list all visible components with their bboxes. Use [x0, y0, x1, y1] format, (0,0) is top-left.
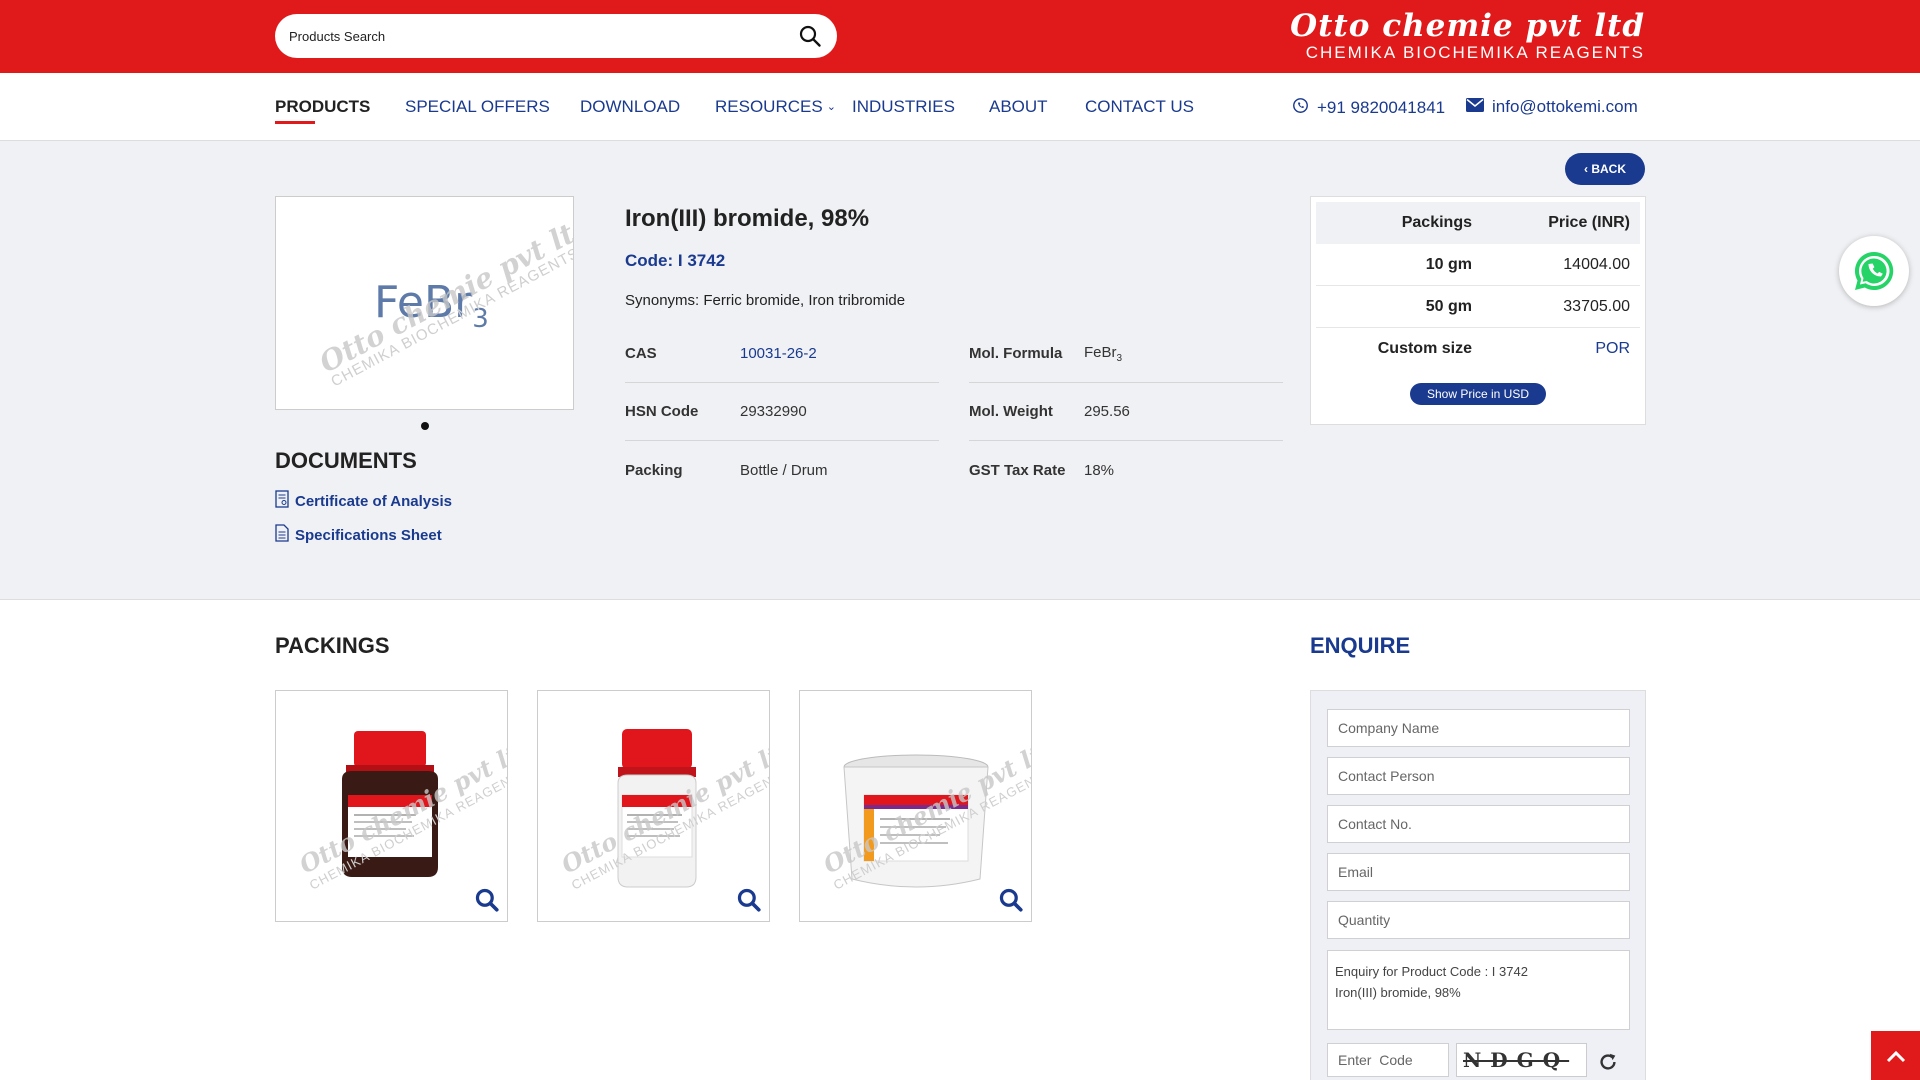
captcha-image: NDGQ: [1456, 1043, 1587, 1077]
search-bar[interactable]: [275, 14, 837, 58]
property-value: FeBr3: [1084, 344, 1122, 364]
documents-heading: DOCUMENTS: [275, 448, 417, 473]
packing-card-bottle-small[interactable]: Otto chemie pvt ltd CHEMIKA BIOCHEMIKA R…: [275, 690, 508, 922]
back-button[interactable]: ‹ BACK: [1565, 153, 1645, 185]
envelope-icon: [1466, 97, 1484, 117]
nav-special-offers[interactable]: SPECIAL OFFERS: [405, 97, 550, 117]
contact-person-field[interactable]: [1327, 757, 1630, 795]
nav-contact-us[interactable]: CONTACT US: [1085, 97, 1194, 117]
property-value: 18%: [1084, 461, 1115, 479]
nav-industries[interactable]: INDUSTRIES: [852, 97, 955, 117]
property-row: HSN Code 29332990: [625, 383, 939, 441]
contact-number-field[interactable]: [1327, 805, 1630, 843]
header-packings: Packings: [1401, 214, 1472, 231]
property-key: Packing: [625, 461, 683, 479]
certificate-label: Certificate of Analysis: [295, 492, 452, 510]
por-link[interactable]: POR: [1595, 340, 1630, 358]
enquiry-form: Enquiry for Product Code : I 3742 Iron(I…: [1310, 690, 1646, 1080]
brand-name: Otto chemie pvt ltd: [1290, 8, 1645, 44]
property-value: 29332990: [740, 403, 807, 420]
cas-link[interactable]: 10031-26-2: [740, 345, 817, 362]
mol-formula-subscript: 3: [1116, 352, 1123, 364]
price-table: Packings Price (INR) 10 gm 14004.00 50 g…: [1310, 196, 1646, 425]
product-image[interactable]: FeBr3 Otto chemie pvt ltd CHEMIKA BIOCHE…: [275, 196, 574, 410]
packing-card-drum[interactable]: Otto chemie pvt ltd CHEMIKA BIOCHEMIKA R…: [799, 690, 1032, 922]
property-value: Bottle / Drum: [740, 461, 828, 479]
captcha-input[interactable]: [1327, 1043, 1449, 1077]
back-label: BACK: [1591, 162, 1626, 176]
enquire-heading: ENQUIRE: [1310, 633, 1411, 658]
nav-resources[interactable]: RESOURCES ⌄: [715, 97, 836, 117]
zoom-icon[interactable]: [998, 887, 1024, 913]
scroll-to-top-button[interactable]: [1871, 1031, 1920, 1080]
brand-tagline: CHEMIKA BIOCHEMIKA REAGENTS: [1305, 43, 1645, 62]
property-row: Mol. Weight 295.56: [969, 383, 1283, 441]
property-key: CAS: [625, 345, 657, 362]
chevron-up-icon: [1886, 1050, 1905, 1062]
whatsapp-icon: [1854, 251, 1894, 290]
quantity-field[interactable]: [1327, 901, 1630, 939]
company-name-field[interactable]: [1327, 709, 1630, 747]
specifications-sheet-link[interactable]: Specifications Sheet: [275, 524, 442, 546]
price-row: 50 gm 33705.00: [1316, 286, 1640, 328]
carousel-dot[interactable]: [421, 422, 429, 430]
certificate-of-analysis-link[interactable]: Certificate of Analysis: [275, 490, 452, 512]
property-row: GST Tax Rate 18%: [969, 441, 1283, 499]
search-input[interactable]: [289, 28, 797, 44]
watermark: Otto chemie pvt ltd: [314, 207, 574, 380]
message-line-1: Enquiry for Product Code : I 3742: [1335, 964, 1528, 979]
packing-card-bottle-white[interactable]: Otto chemie pvt ltd CHEMIKA BIOCHEMIKA R…: [537, 690, 770, 922]
nav-resources-label: RESOURCES: [715, 97, 823, 116]
price-pack: 10 gm: [1425, 256, 1472, 273]
packings-heading: PACKINGS: [275, 633, 390, 658]
price-value: 33705.00: [1563, 298, 1630, 315]
property-row: Mol. Formula FeBr3: [969, 325, 1283, 383]
property-key: Mol. Formula: [969, 345, 1063, 362]
nav-products[interactable]: PRODUCTS: [275, 97, 370, 124]
property-row: Packing Bottle / Drum: [625, 441, 939, 499]
brand-logo[interactable]: Otto chemie pvt ltd CHEMIKA BIOCHEMIKA R…: [1290, 8, 1645, 62]
whatsapp-button[interactable]: [1839, 236, 1909, 306]
specifications-label: Specifications Sheet: [295, 526, 442, 544]
phone-link[interactable]: +91 9820041841: [1292, 97, 1445, 119]
nav-download[interactable]: DOWNLOAD: [580, 97, 680, 117]
chevron-down-icon: ⌄: [826, 101, 836, 113]
price-pack: Custom size: [1377, 340, 1472, 357]
property-key: GST Tax Rate: [969, 461, 1066, 479]
message-textarea[interactable]: Enquiry for Product Code : I 3742 Iron(I…: [1327, 950, 1630, 1030]
product-title: Iron(III) bromide, 98%: [625, 205, 870, 232]
price-row: Custom size POR: [1316, 328, 1640, 370]
certificate-icon: [275, 490, 289, 512]
product-synonyms: Synonyms: Ferric bromide, Iron tribromid…: [625, 292, 906, 309]
property-value: 295.56: [1084, 403, 1130, 420]
price-value: 14004.00: [1563, 256, 1630, 273]
price-row: 10 gm 14004.00: [1316, 244, 1640, 286]
zoom-icon[interactable]: [736, 887, 762, 913]
email-address: info@ottokemi.com: [1492, 97, 1638, 116]
price-pack: 50 gm: [1425, 298, 1472, 315]
top-bar: Otto chemie pvt ltd CHEMIKA BIOCHEMIKA R…: [0, 0, 1920, 73]
product-code: Code: I 3742: [625, 251, 726, 270]
property-row: CAS 10031-26-2: [625, 325, 939, 383]
phone-number: +91 9820041841: [1317, 98, 1446, 117]
refresh-icon[interactable]: [1597, 1051, 1619, 1073]
show-usd-button[interactable]: Show Price in USD: [1410, 383, 1546, 405]
header-price: Price (INR): [1548, 214, 1630, 231]
search-icon[interactable]: [797, 23, 823, 49]
whatsapp-small-icon: [1292, 97, 1309, 119]
main-nav: PRODUCTS SPECIAL OFFERS DOWNLOAD RESOURC…: [0, 73, 1920, 141]
chevron-left-icon: ‹: [1583, 162, 1592, 176]
email-field[interactable]: [1327, 853, 1630, 891]
mol-formula-main: FeBr: [1084, 343, 1117, 361]
property-key: HSN Code: [625, 403, 699, 420]
price-table-header: Packings Price (INR): [1316, 202, 1640, 244]
nav-about[interactable]: ABOUT: [989, 97, 1048, 117]
document-icon: [275, 524, 289, 546]
zoom-icon[interactable]: [474, 887, 500, 913]
property-key: Mol. Weight: [969, 403, 1053, 420]
email-link[interactable]: info@ottokemi.com: [1466, 97, 1638, 117]
message-line-2: Iron(III) bromide, 98%: [1335, 985, 1461, 1000]
watermark-tagline: CHEMIKA BIOCHEMIKA REAGENTS: [328, 244, 574, 391]
